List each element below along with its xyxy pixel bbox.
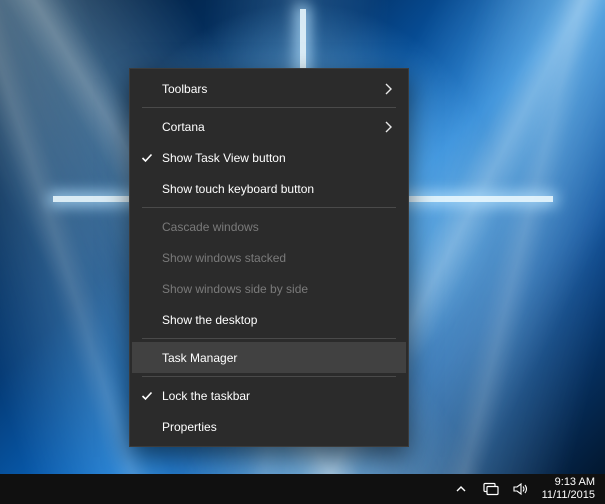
system-tray: 9:13 AM 11/11/2015: [444, 474, 605, 504]
taskbar[interactable]: 9:13 AM 11/11/2015: [0, 474, 605, 504]
menu-item-toolbars[interactable]: Toolbars: [132, 73, 406, 104]
menu-separator: [142, 376, 396, 377]
monitor-icon: [483, 482, 499, 496]
menu-separator: [142, 207, 396, 208]
menu-item-lock-the-taskbar[interactable]: Lock the taskbar: [132, 380, 406, 411]
menu-item-task-manager[interactable]: Task Manager: [132, 342, 406, 373]
menu-item-label: Cascade windows: [162, 220, 392, 234]
chevron-up-icon: [455, 483, 467, 495]
tray-network-icon[interactable]: [476, 474, 506, 504]
tray-volume-icon[interactable]: [506, 474, 536, 504]
clock-time: 9:13 AM: [555, 476, 595, 489]
speaker-icon: [513, 482, 529, 496]
menu-item-label: Cortana: [162, 120, 384, 134]
menu-item-label: Show Task View button: [162, 151, 392, 165]
menu-item-show-task-view[interactable]: Show Task View button: [132, 142, 406, 173]
menu-item-label: Show windows side by side: [162, 282, 392, 296]
check-icon: [132, 152, 162, 164]
tray-overflow-button[interactable]: [446, 474, 476, 504]
menu-item-show-the-desktop[interactable]: Show the desktop: [132, 304, 406, 335]
menu-separator: [142, 107, 396, 108]
taskbar-context-menu: Toolbars Cortana Show Task View button S…: [129, 68, 409, 447]
menu-item-show-touch-keyboard[interactable]: Show touch keyboard button: [132, 173, 406, 204]
menu-item-cortana[interactable]: Cortana: [132, 111, 406, 142]
menu-item-properties[interactable]: Properties: [132, 411, 406, 442]
check-icon: [132, 390, 162, 402]
clock-date: 11/11/2015: [542, 489, 595, 502]
menu-item-cascade-windows: Cascade windows: [132, 211, 406, 242]
menu-item-label: Properties: [162, 420, 392, 434]
menu-item-label: Show windows stacked: [162, 251, 392, 265]
menu-item-label: Task Manager: [162, 351, 392, 365]
menu-item-show-windows-side-by-side: Show windows side by side: [132, 273, 406, 304]
menu-item-label: Show the desktop: [162, 313, 392, 327]
menu-item-label: Show touch keyboard button: [162, 182, 392, 196]
menu-item-show-windows-stacked: Show windows stacked: [132, 242, 406, 273]
taskbar-clock[interactable]: 9:13 AM 11/11/2015: [536, 476, 603, 501]
chevron-right-icon: [384, 121, 392, 133]
menu-item-label: Lock the taskbar: [162, 389, 392, 403]
chevron-right-icon: [384, 83, 392, 95]
menu-item-label: Toolbars: [162, 82, 384, 96]
menu-separator: [142, 338, 396, 339]
